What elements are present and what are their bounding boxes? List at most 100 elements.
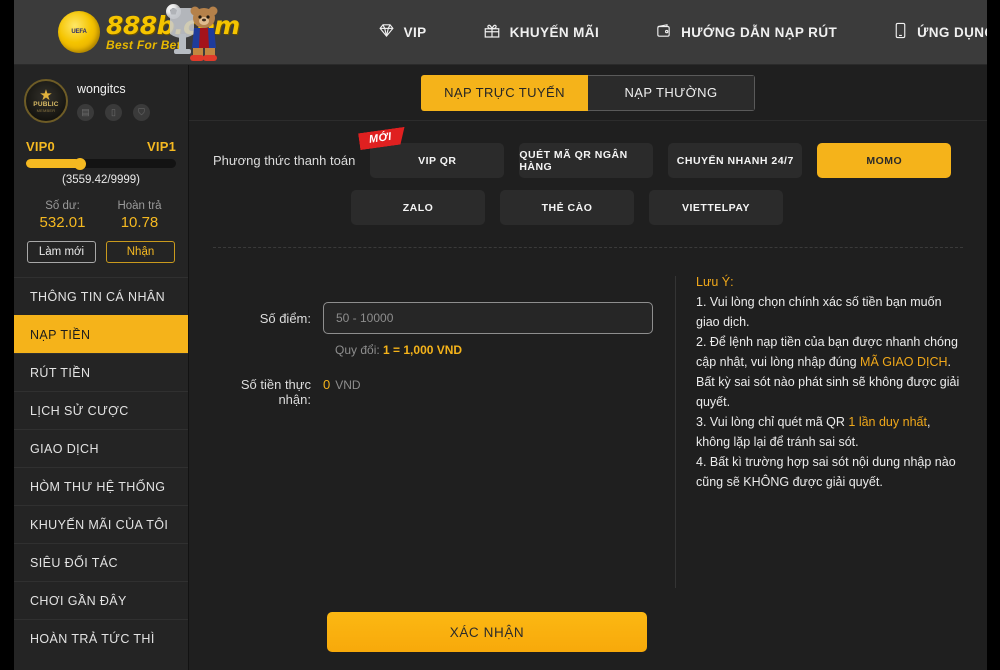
balance-row: Số dư: 532.01 Hoàn trả 10.78 (24, 200, 178, 231)
site-header: UEFA 888b.com Best For Bet (14, 0, 987, 65)
sidebar-item-transactions[interactable]: GIAO DỊCH (14, 429, 188, 467)
payment-methods-row-1: MỚI VIP QR QUÉT MÃ QR NGÂN HÀNG CHUYỂN N… (370, 143, 952, 178)
points-label: Số điểm: (259, 310, 311, 326)
payment-method-bank-qr[interactable]: QUÉT MÃ QR NGÂN HÀNG (519, 143, 654, 178)
nav-item-vip[interactable]: VIP (350, 22, 455, 42)
balance-value: 532.01 (39, 214, 86, 231)
note-3-pre: 3. Vui lòng chỉ quét mã QR (696, 415, 849, 429)
notes-title: Lưu Ý: (696, 275, 734, 289)
sidebar-item-recent-play[interactable]: CHƠI GẦN ĐÂY (14, 581, 188, 619)
confirm-area: XÁC NHẬN (189, 612, 987, 670)
sidebar-menu: THÔNG TIN CÁ NHÂN NẠP TIỀN RÚT TIỀN LỊCH… (14, 277, 188, 657)
avatar-tier-sub: MEMBER (36, 107, 56, 113)
vip-current-label: VIP0 (26, 139, 55, 154)
payment-method-vip-qr[interactable]: MỚI VIP QR (370, 143, 505, 178)
payment-methods-row-2: ZALO THẺ CÀO VIETTELPAY (213, 190, 963, 225)
refresh-button[interactable]: Làm mới (27, 241, 96, 263)
note-item-2: 2. Để lệnh nạp tiền của bạn được nhanh c… (696, 332, 963, 412)
payment-method-momo[interactable]: MOMO (817, 143, 952, 178)
notes-panel: Lưu Ý: 1. Vui lòng chọn chính xác số tiề… (676, 248, 963, 612)
username: wongitcs (77, 82, 126, 96)
receive-amount-row: Số tiền thực nhận: 0 VND (213, 377, 653, 407)
avatar-tier-label: PUBLIC (33, 100, 59, 108)
nav-item-deposit-guide[interactable]: HƯỚNG DẪN NẠP RÚT (627, 22, 865, 42)
card-badge-icon[interactable]: ▤ (77, 104, 94, 121)
nav-label-promotions: KHUYẾN MÃI (509, 24, 600, 40)
nav-label-vip: VIP (403, 24, 427, 40)
payment-method-vip-qr-label: VIP QR (418, 154, 457, 167)
rebate-block: Hoàn trả 10.78 (101, 200, 178, 231)
vip-next-label: VIP1 (147, 139, 176, 154)
sidebar-item-profile[interactable]: THÔNG TIN CÁ NHÂN (14, 277, 188, 315)
balance-block: Số dư: 532.01 (24, 200, 101, 231)
new-ribbon-badge: MỚI (358, 127, 407, 150)
payment-method-fast-transfer[interactable]: CHUYỂN NHANH 24/7 (668, 143, 803, 178)
bear-mascot-icon (169, 6, 218, 61)
uefa-badge-icon: UEFA (58, 11, 100, 53)
vip-progress-text: (3559.42/9999) (61, 174, 140, 186)
conversion-rate-value: 1 = 1,000 VND (383, 343, 463, 357)
conversion-rate-note: Quy đổi: 1 = 1,000 VND (213, 343, 653, 357)
note-item-3: 3. Vui lòng chỉ quét mã QR 1 lần duy nhấ… (696, 412, 963, 452)
note-item-4: 4. Bất kì trường hợp sai sót nội dung nh… (696, 452, 963, 492)
receive-label: Số tiền thực nhận: (240, 377, 311, 407)
deposit-form-area: Số điểm: Quy đổi: 1 = 1,000 VND Số tiền … (189, 248, 987, 612)
sidebar-item-super-partner[interactable]: SIÊU ĐỐI TÁC (14, 543, 188, 581)
payment-method-label: Phương thức thanh toán (213, 153, 356, 168)
note-1-text: 1. Vui lòng chọn chính xác số tiền bạn m… (696, 295, 942, 329)
nav-item-promotions[interactable]: KHUYẾN MÃI (455, 22, 628, 43)
payment-methods-block: Phương thức thanh toán MỚI VIP QR QUÉT M… (189, 121, 987, 225)
sidebar-item-inbox[interactable]: HÒM THƯ HỆ THỐNG (14, 467, 188, 505)
app-window: UEFA 888b.com Best For Bet (14, 0, 987, 670)
balance-label: Số dư: (45, 200, 80, 212)
nav-item-app[interactable]: ỨNG DỤNG (865, 22, 987, 42)
vip-progress-knob (74, 157, 86, 170)
wallet-icon (655, 22, 672, 42)
confirm-button[interactable]: XÁC NHẬN (327, 612, 647, 652)
avatar-star-icon: ★ (39, 86, 53, 104)
main-nav: VIP KHUYẾN MÃI HƯỚNG DẪN NẠP RÚT ỨNG DỤN (240, 22, 987, 43)
sidebar-item-withdraw[interactable]: RÚT TIỀN (14, 353, 188, 391)
site-logo[interactable]: UEFA 888b.com Best For Bet (14, 0, 240, 65)
conversion-rate-prefix: Quy đổi: (335, 343, 384, 357)
uefa-badge-text: UEFA (71, 29, 87, 35)
mobile-icon (893, 22, 908, 42)
phone-badge-icon[interactable]: ▯ (105, 104, 122, 121)
note-item-1: 1. Vui lòng chọn chính xác số tiền bạn m… (696, 292, 963, 332)
rebate-label: Hoàn trả (117, 200, 162, 212)
rebate-value: 10.78 (120, 214, 159, 231)
points-input[interactable] (323, 302, 653, 334)
tab-normal-deposit[interactable]: NẠP THƯỜNG (588, 74, 755, 111)
profile-panel: ★ PUBLIC MEMBER wongitcs ▤ ▯ ⛉ VIP0 VIP1… (14, 65, 188, 263)
gift-icon (483, 22, 501, 43)
note-4-text: 4. Bất kì trường hợp sai sót nội dung nh… (696, 455, 956, 489)
form-column: Số điểm: Quy đổi: 1 = 1,000 VND Số tiền … (213, 248, 653, 612)
tab-online-deposit[interactable]: NẠP TRỰC TUYẾN (421, 74, 588, 111)
diamond-icon (378, 22, 395, 42)
deposit-tabs: NẠP TRỰC TUYẾN NẠP THƯỜNG (189, 65, 987, 121)
payment-method-viettelpay[interactable]: VIETTELPAY (649, 190, 783, 225)
vip-levels: VIP0 VIP1 (24, 139, 178, 154)
sidebar-item-deposit[interactable]: NẠP TIỀN (14, 315, 188, 353)
main-content: NẠP TRỰC TUYẾN NẠP THƯỜNG Phương thức th… (189, 65, 987, 670)
claim-button[interactable]: Nhận (106, 241, 175, 263)
sidebar: ★ PUBLIC MEMBER wongitcs ▤ ▯ ⛉ VIP0 VIP1… (14, 65, 189, 670)
vip-progress-fill (26, 159, 80, 168)
sidebar-item-instant-rebate[interactable]: HOÀN TRẢ TỨC THÌ (14, 619, 188, 657)
points-field-row: Số điểm: (213, 302, 653, 334)
receive-value: 0 (323, 377, 331, 392)
note-2-highlight: MÃ GIAO DỊCH (860, 355, 948, 369)
avatar[interactable]: ★ PUBLIC MEMBER (24, 79, 68, 123)
sidebar-item-my-promotions[interactable]: KHUYẾN MÃI CỦA TÔI (14, 505, 188, 543)
page-body: ★ PUBLIC MEMBER wongitcs ▤ ▯ ⛉ VIP0 VIP1… (14, 65, 987, 670)
vip-progress-bar (26, 157, 176, 170)
profile-actions: Làm mới Nhận (24, 241, 178, 263)
sidebar-item-bet-history[interactable]: LỊCH SỬ CƯỢC (14, 391, 188, 429)
bank-badge-icon[interactable]: ⛉ (133, 104, 150, 121)
payment-method-scratch-card[interactable]: THẺ CÀO (500, 190, 634, 225)
note-3-highlight: 1 lần duy nhất (848, 415, 927, 429)
nav-label-deposit-guide: HƯỚNG DẪN NẠP RÚT (681, 24, 838, 40)
nav-label-app: ỨNG DỤNG (917, 24, 987, 40)
payment-method-zalo[interactable]: ZALO (351, 190, 485, 225)
receive-currency: VND (335, 378, 361, 392)
